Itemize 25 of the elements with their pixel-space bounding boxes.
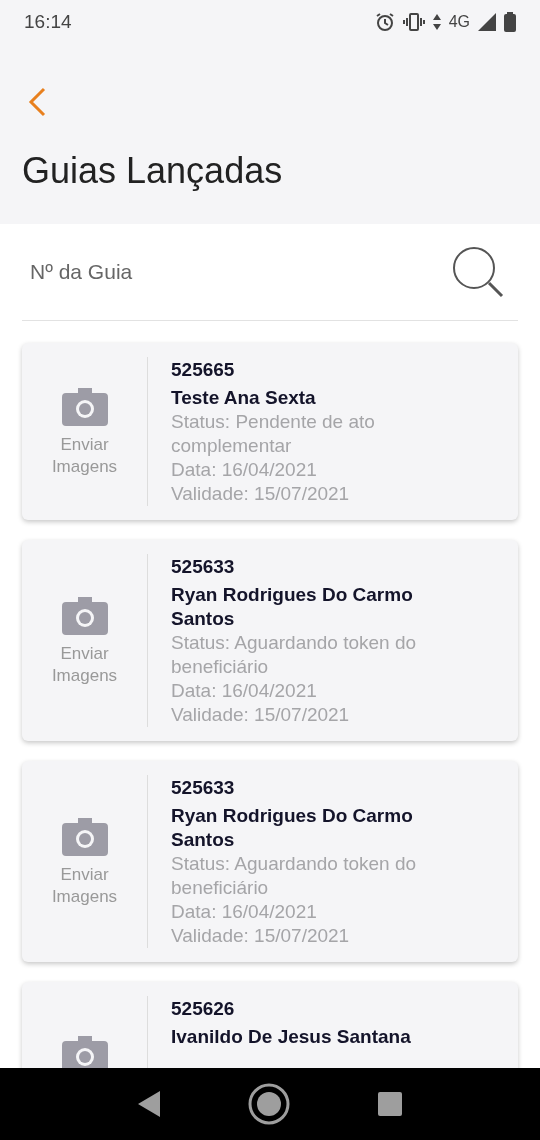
guide-status: Status: Aguardando token do beneficiário (171, 631, 418, 679)
guide-status: Status: Aguardando token do beneficiário (171, 852, 418, 900)
guide-date: Data: 16/04/2021 (171, 900, 318, 924)
clock-time: 16:14 (24, 11, 72, 33)
guide-number: 525665 (171, 358, 236, 382)
search-field[interactable]: Nº da Guia (22, 260, 330, 284)
guide-number: 525633 (171, 555, 236, 579)
guide-validity: Validade: 15/07/2021 (171, 703, 351, 727)
patient-name: Ivanildo De Jesus Santana (171, 1025, 412, 1049)
patient-name: Ryan Rodrigues Do Carmo Santos (171, 583, 414, 631)
guide-date: Data: 16/04/2021 (171, 458, 318, 482)
guide-card[interactable]: Enviar Imagens 525633 Ryan Rodrigues Do Carmo Santos Status: Aguardando token do beneficiário Data: 16/04/2021 Validade: 15/07/2021 (22, 761, 518, 962)
network-type: 4G (448, 13, 470, 31)
guide-card[interactable]: 525626 Ivanildo De Jesus Santana (22, 982, 518, 1068)
patient-name: Teste Ana Sexta (171, 386, 317, 410)
guide-card[interactable]: Enviar Imagens 525633 Ryan Rodrigues Do Carmo Santos Status: Aguardando token do beneficiário Data: 16/04/2021 Validade: 15/07/2021 (22, 540, 518, 741)
page-title: Guias Lançadas (22, 150, 284, 192)
patient-name: Ryan Rodrigues Do Carmo Santos (171, 804, 414, 852)
guide-validity: Validade: 15/07/2021 (171, 482, 351, 506)
guide-number: 525633 (171, 776, 236, 800)
guide-date: Data: 16/04/2021 (171, 679, 318, 703)
guide-number: 525626 (171, 997, 236, 1021)
guide-status: Status: Pendente de ato complementar (171, 410, 376, 458)
guide-card[interactable]: Enviar Imagens 525665 Teste Ana Sexta Status: Pendente de ato complementar Data: 16/04/2021 Validade: 15/07/2021 (22, 343, 518, 520)
guide-validity: Validade: 15/07/2021 (171, 924, 351, 948)
